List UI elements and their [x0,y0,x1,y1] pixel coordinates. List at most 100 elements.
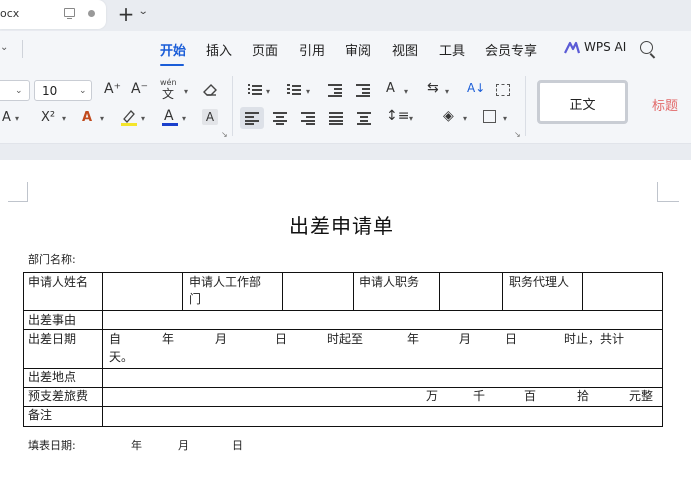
active-tab-underline [160,64,184,66]
increase-indent-icon[interactable] [356,84,370,97]
paint-bucket-icon[interactable]: ◈ [443,108,454,124]
tab-member-exclusive[interactable]: 会员专享 [485,40,537,59]
applicant-name-label: 申请人姓名 [28,275,89,289]
table-border-line [502,272,503,310]
advance-unit-bai: 百 [524,389,537,403]
table-border-line [582,272,583,310]
tab-status-dot-icon[interactable] [88,10,95,17]
document-tab[interactable]: ocx [0,0,106,29]
decrease-indent-icon[interactable] [328,84,342,97]
group-divider [232,76,233,136]
margin-corner-mark-left [8,182,28,202]
align-left-button[interactable] [240,107,264,129]
align-center-icon[interactable] [273,112,287,125]
style-normal-button[interactable]: 正文 [537,80,628,124]
chevron-down-icon[interactable]: ▾ [182,114,186,123]
tab-review[interactable]: 审阅 [345,40,371,59]
menu-bar: ⌄ 开始 插入 页面 引用 审阅 视图 工具 会员专享 WPS AI [0,31,691,68]
table-border-line [23,406,663,407]
table-border-line [353,272,354,310]
numbered-list-icon[interactable] [287,84,301,96]
chevron-down-icon[interactable]: ▾ [409,114,413,123]
advance-unit-shi: 拾 [577,389,590,403]
strikethrough-icon[interactable]: A [2,110,11,125]
phonetic-guide-button[interactable]: wén 文 [160,78,182,101]
distributed-align-icon[interactable] [357,112,371,125]
highlight-color-bar [121,123,137,126]
font-color-bar [162,123,178,126]
wps-ai-logo-icon[interactable] [564,41,580,55]
fill-date-label: 填表日期: [28,439,76,452]
group-divider [525,76,526,136]
table-border-line [23,426,663,427]
remarks-label: 备注 [28,408,53,422]
style-normal-label: 正文 [569,98,596,113]
date-text-days: 天。 [109,350,134,364]
travel-reason-label: 出差事由 [28,313,77,327]
align-right-icon[interactable] [301,112,315,125]
chevron-down-icon[interactable]: ▾ [463,114,467,123]
show-marks-icon[interactable] [496,84,510,96]
chevron-down-icon[interactable]: ▾ [100,114,104,123]
chevron-down-icon[interactable]: ▾ [306,87,310,96]
style-heading-button[interactable]: 标题 [652,95,678,114]
chevron-down-icon: ⌄ [79,86,87,96]
table-border-line [23,368,663,369]
title-bar: ocx + ⌄ [0,0,691,31]
wps-ai-button[interactable]: WPS AI [584,40,626,54]
tab-list-chevron-down-icon[interactable]: ⌄ [138,6,149,17]
advance-unit-qian: 千 [473,389,486,403]
chevron-down-icon[interactable]: ▾ [141,114,145,123]
text-direction-icon[interactable]: A [386,81,395,96]
table-border-line [439,272,440,310]
chevron-down-icon[interactable]: ▾ [62,114,66,123]
font-size-value: 10 [42,84,58,98]
travel-request-table[interactable]: 申请人姓名 申请人工作部 门 申请人职务 职务代理人 出差事由 出差日期 自 年… [23,272,663,427]
borders-icon[interactable] [483,110,496,123]
paragraph-dialog-launcher-icon[interactable]: ↘ [514,130,521,139]
date-text-month: 月 [459,332,472,346]
applicant-dept-label-line2: 门 [189,292,202,306]
chevron-down-icon[interactable]: ▾ [445,87,449,96]
tab-tools[interactable]: 工具 [439,40,465,59]
character-shading-icon[interactable]: A [202,109,218,125]
justify-icon[interactable] [329,112,343,125]
chevron-down-icon[interactable]: ▾ [503,114,507,123]
tab-home[interactable]: 开始 [160,40,186,59]
font-color-icon[interactable]: A [164,108,174,124]
increase-font-size-button[interactable]: A⁺ [104,81,121,97]
tab-view[interactable]: 视图 [392,40,418,59]
chevron-down-icon[interactable]: ⌄ [0,42,8,53]
table-border-line [23,387,663,388]
font-size-select[interactable]: 10 ⌄ [34,80,92,101]
font-dialog-launcher-icon[interactable]: ↘ [221,130,228,139]
font-family-select[interactable]: ⌄ [0,80,30,101]
chevron-down-icon[interactable]: ▾ [404,87,408,96]
date-text-day: 日 [275,332,288,346]
new-tab-plus-icon[interactable]: + [117,3,135,25]
tab-page[interactable]: 页面 [252,40,278,59]
date-text-from: 自 [109,332,122,346]
text-effect-icon[interactable]: A [82,110,92,125]
date-text-year: 年 [162,332,175,346]
pinyin-char-icon: 文 [162,87,175,101]
swap-arrows-icon[interactable]: ⇆ [427,80,439,96]
advance-unit-yuan: 元整 [629,389,654,403]
chevron-down-icon[interactable]: ▾ [15,114,19,123]
document-tab-label: ocx [0,7,20,20]
search-icon[interactable] [640,41,653,54]
proxy-label: 职务代理人 [509,275,570,289]
eraser-icon[interactable] [202,82,218,97]
line-spacing-icon[interactable]: ↕≡ [386,108,409,124]
decrease-font-size-button[interactable]: A⁻ [131,81,148,97]
superscript-button[interactable]: X² [41,110,55,125]
tab-insert[interactable]: 插入 [206,40,232,59]
chevron-down-icon[interactable]: ▾ [184,87,188,96]
chevron-down-icon[interactable]: ▾ [266,87,270,96]
table-border-line [182,272,183,310]
table-border-line [282,272,283,310]
sort-icon[interactable]: A↓ [467,81,485,95]
monitor-icon[interactable] [64,8,75,20]
bullet-list-icon[interactable] [248,84,262,96]
tab-references[interactable]: 引用 [299,40,325,59]
